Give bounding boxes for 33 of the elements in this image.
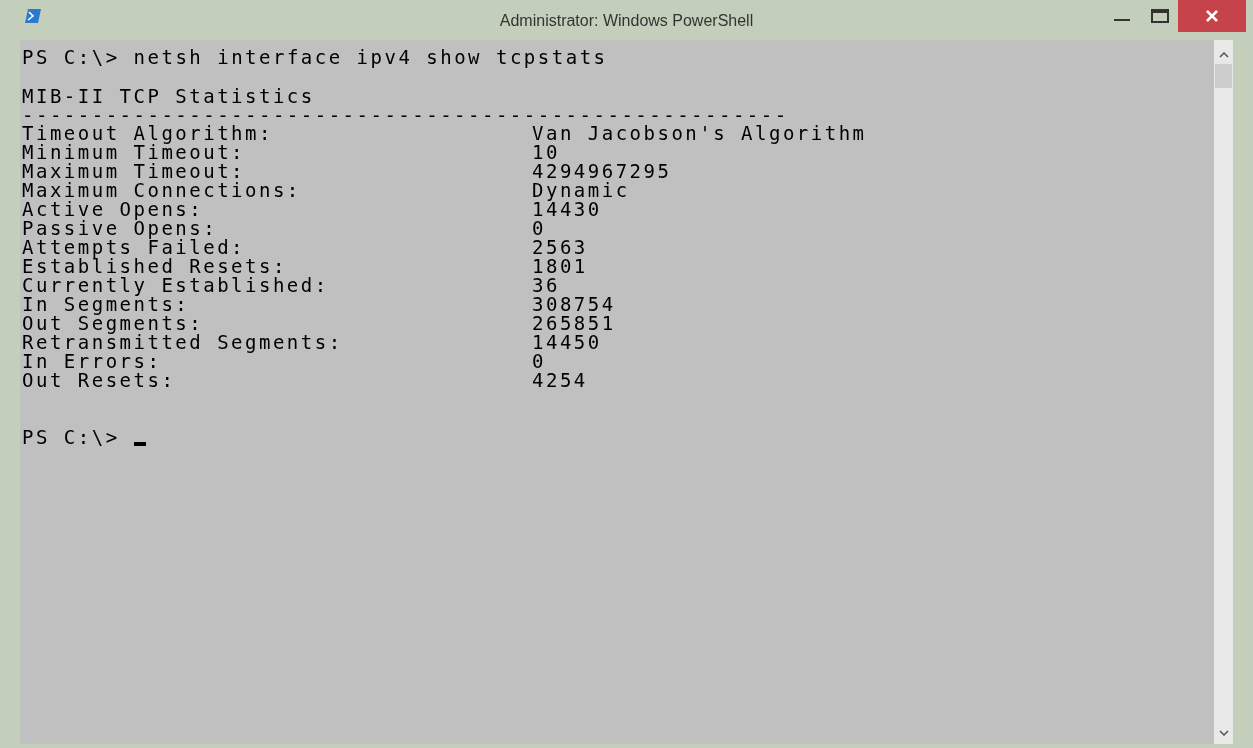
scroll-down-icon[interactable] <box>1218 730 1229 736</box>
stat-value: 4254 <box>532 371 588 390</box>
dashed-rule-text: ------------------------------------------------------- <box>22 104 789 126</box>
stat-value: 2563 <box>532 238 588 257</box>
stat-value: 0 <box>532 352 546 371</box>
stat-label: Timeout Algorithm: <box>22 124 274 143</box>
console-heading: MIB-II TCP Statistics <box>22 85 315 107</box>
stat-value: 10 <box>532 143 560 162</box>
stat-label: Minimum Timeout: <box>22 143 246 162</box>
prompt: PS C:\> <box>22 428 120 447</box>
stat-value: 36 <box>532 276 560 295</box>
stat-label: Maximum Connections: <box>22 181 302 200</box>
stat-value: 265851 <box>532 314 616 333</box>
stat-label: Out Resets: <box>22 371 177 390</box>
scroll-up-icon[interactable] <box>1218 52 1229 58</box>
stat-label: Attempts Failed: <box>22 238 247 257</box>
stat-value: 14450 <box>532 333 602 352</box>
stat-value: 0 <box>532 219 546 238</box>
stat-label: In Errors: <box>22 352 163 371</box>
stat-label: Maximum Timeout: <box>22 162 247 181</box>
stat-value: 308754 <box>532 295 616 314</box>
window-title: Administrator: Windows PowerShell <box>498 11 755 31</box>
command-text: netsh interface ipv4 show tcpstats <box>133 48 608 67</box>
stat-value: Van Jacobson's Algorithm <box>532 124 867 143</box>
stat-value: 1801 <box>532 257 588 276</box>
stat-label: Retransmitted Segments: <box>22 333 344 352</box>
prompt: PS C:\> <box>22 48 120 67</box>
close-icon <box>1206 10 1218 22</box>
close-button[interactable] <box>1178 0 1246 32</box>
powershell-icon <box>25 9 41 23</box>
stat-value: 4294967295 <box>532 162 672 181</box>
scroll-thumb[interactable] <box>1215 64 1232 88</box>
stat-label: Established Resets: <box>22 257 288 276</box>
